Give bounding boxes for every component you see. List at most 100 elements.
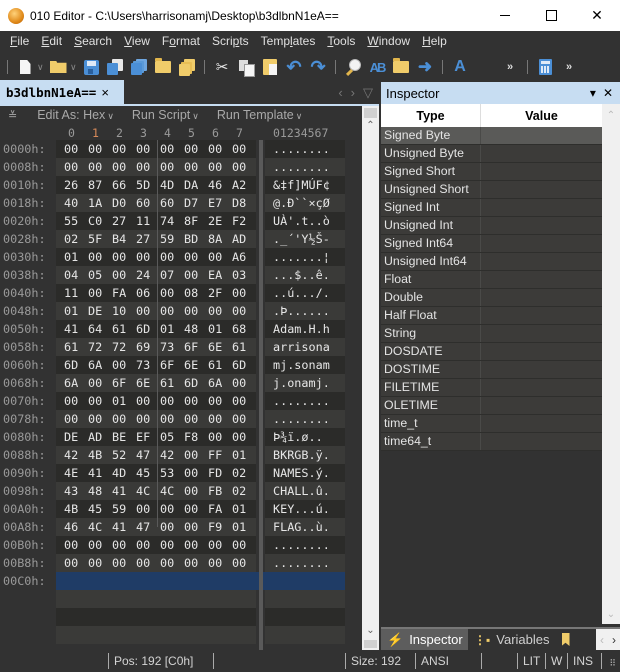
hex-byte[interactable]: DA bbox=[184, 176, 198, 194]
hex-byte[interactable]: 00 bbox=[232, 554, 246, 572]
hex-byte[interactable]: 41 bbox=[88, 464, 102, 482]
inspector-value[interactable] bbox=[481, 253, 602, 270]
hex-byte[interactable]: FB bbox=[208, 482, 222, 500]
hex-byte[interactable]: 8A bbox=[208, 230, 222, 248]
hex-byte[interactable]: 4B bbox=[64, 500, 78, 518]
hex-byte[interactable]: 6D bbox=[232, 356, 246, 374]
inspector-value[interactable] bbox=[481, 127, 602, 144]
find-button[interactable] bbox=[342, 56, 364, 78]
hex-byte[interactable]: BE bbox=[112, 428, 126, 446]
hex-byte[interactable]: 00 bbox=[184, 266, 198, 284]
hex-byte[interactable]: 61 bbox=[208, 356, 222, 374]
ascii-text[interactable]: ........ bbox=[273, 410, 330, 428]
tab-inspector[interactable]: ⚡ Inspector bbox=[381, 629, 468, 650]
font-button[interactable]: A bbox=[449, 56, 471, 78]
hex-byte[interactable]: 00 bbox=[232, 410, 246, 428]
hex-byte[interactable]: 00 bbox=[88, 140, 102, 158]
hex-byte[interactable]: 1A bbox=[88, 194, 102, 212]
menu-file[interactable]: File bbox=[4, 31, 35, 52]
open-workspace-button[interactable] bbox=[176, 56, 198, 78]
hex-byte[interactable]: 66 bbox=[112, 176, 126, 194]
hex-byte[interactable]: 6D bbox=[184, 374, 198, 392]
hex-byte[interactable]: 00 bbox=[208, 392, 222, 410]
status-endian[interactable]: LIT bbox=[517, 653, 545, 669]
hex-byte[interactable]: 41 bbox=[112, 482, 126, 500]
ascii-text[interactable]: ........ bbox=[273, 554, 330, 572]
hex-byte[interactable]: 8F bbox=[184, 212, 198, 230]
hex-row[interactable]: 0008h: 00 00 00 00 00 00 00 00........ bbox=[0, 158, 347, 176]
hex-row[interactable]: 00B8h: 00 00 00 00 00 00 00 00........ bbox=[0, 554, 347, 572]
file-tab[interactable]: b3dlbnN1eA== × bbox=[0, 80, 124, 104]
hex-row[interactable]: 0040h: 11 00 FA 06 00 08 2F 00 ..ú.../. bbox=[0, 284, 347, 302]
menu-help[interactable]: Help bbox=[416, 31, 453, 52]
ascii-text[interactable]: ._´'Y½Š- bbox=[273, 230, 330, 248]
ascii-text[interactable]: ..ú.../. bbox=[273, 284, 330, 302]
hex-byte[interactable]: 4E bbox=[64, 464, 78, 482]
menu-edit[interactable]: Edit bbox=[35, 31, 68, 52]
hex-byte[interactable]: BD bbox=[184, 230, 198, 248]
hex-row[interactable]: 0078h: 00 00 00 00 00 00 00 00........ bbox=[0, 410, 347, 428]
hex-row[interactable]: 0020h: 55 C0 27 11 74 8F 2E F2 UÀ'.t..ò bbox=[0, 212, 347, 230]
hex-byte[interactable]: 27 bbox=[136, 230, 150, 248]
hex-byte[interactable]: 00 bbox=[112, 554, 126, 572]
hex-byte[interactable]: 00 bbox=[184, 500, 198, 518]
hex-byte[interactable]: 00 bbox=[64, 158, 78, 176]
hex-byte[interactable]: 2E bbox=[208, 212, 222, 230]
hex-byte[interactable]: D8 bbox=[232, 194, 246, 212]
ascii-text[interactable]: CHALL.û. bbox=[273, 482, 330, 500]
hex-byte[interactable]: 00 bbox=[208, 140, 222, 158]
panel-menu-icon[interactable]: ▾ bbox=[590, 86, 596, 100]
hex-byte[interactable]: 00 bbox=[232, 302, 246, 320]
hex-byte[interactable]: 00 bbox=[184, 302, 198, 320]
hex-byte[interactable]: 48 bbox=[88, 482, 102, 500]
menu-format[interactable]: Format bbox=[156, 31, 206, 52]
hex-byte[interactable]: 01 bbox=[208, 320, 222, 338]
ascii-text[interactable]: ........ bbox=[273, 140, 330, 158]
inspector-row[interactable]: Signed Byte bbox=[381, 127, 602, 145]
hex-byte[interactable]: 6A bbox=[88, 356, 102, 374]
ascii-text[interactable]: BKRGB.ÿ. bbox=[273, 446, 330, 464]
inspector-value[interactable] bbox=[481, 289, 602, 306]
hex-byte[interactable]: 00 bbox=[136, 554, 150, 572]
inspector-value[interactable] bbox=[481, 217, 602, 234]
hex-row[interactable]: 00C0h: bbox=[0, 572, 347, 590]
hex-byte[interactable]: 00 bbox=[184, 554, 198, 572]
hex-byte[interactable]: 00 bbox=[208, 428, 222, 446]
ascii-text[interactable]: UÀ'.t..ò bbox=[273, 212, 330, 230]
new-file-dropdown[interactable]: ∨ bbox=[37, 62, 46, 73]
hex-row[interactable]: 0000h: 00 00 00 00 00 00 00 00........ bbox=[0, 140, 347, 158]
scroll-down-icon[interactable]: ⌄ bbox=[362, 625, 379, 636]
ascii-text[interactable]: @.Ð``×çØ bbox=[273, 194, 330, 212]
edit-as-dropdown[interactable]: Edit As: Hex ∨ bbox=[37, 108, 114, 122]
inspector-value[interactable] bbox=[481, 325, 602, 342]
tab-next-icon[interactable]: › bbox=[612, 633, 616, 647]
hex-row[interactable]: 0030h: 01 00 00 00 00 00 00 A6 .......¦ bbox=[0, 248, 347, 266]
hex-byte[interactable]: 00 bbox=[112, 248, 126, 266]
minimize-button[interactable] bbox=[482, 0, 528, 31]
ascii-text[interactable]: mj.sonam bbox=[273, 356, 330, 374]
hex-byte[interactable]: 00 bbox=[208, 302, 222, 320]
hex-row[interactable]: 00A8h: 46 4C 41 47 00 00 F9 01 FLAG..ù. bbox=[0, 518, 347, 536]
hex-byte[interactable]: 00 bbox=[184, 536, 198, 554]
hex-byte[interactable]: 73 bbox=[136, 356, 150, 374]
hex-byte[interactable]: 59 bbox=[160, 230, 174, 248]
hex-byte[interactable]: 6F bbox=[184, 338, 198, 356]
inspector-value[interactable] bbox=[481, 397, 602, 414]
hex-row[interactable]: 0058h: 61 72 72 69 73 6F 6E 61 arrisona bbox=[0, 338, 347, 356]
empty-row[interactable] bbox=[0, 590, 347, 608]
inspector-row[interactable]: FILETIME bbox=[381, 379, 602, 397]
hex-byte[interactable]: 01 bbox=[232, 500, 246, 518]
hex-byte[interactable]: 00 bbox=[64, 536, 78, 554]
hex-byte[interactable]: 00 bbox=[136, 302, 150, 320]
hex-byte[interactable]: 00 bbox=[136, 392, 150, 410]
inspector-row[interactable]: Unsigned Int bbox=[381, 217, 602, 235]
hex-byte[interactable]: 00 bbox=[184, 392, 198, 410]
menu-templates[interactable]: Templates bbox=[255, 31, 322, 52]
ascii-text[interactable]: .......¦ bbox=[273, 248, 330, 266]
hex-byte[interactable]: 87 bbox=[88, 176, 102, 194]
hex-byte[interactable]: 01 bbox=[112, 392, 126, 410]
ascii-text[interactable]: arrisona bbox=[273, 338, 330, 356]
hex-byte[interactable]: F9 bbox=[208, 518, 222, 536]
hex-row[interactable]: 0028h: 02 5F B4 27 59 BD 8A AD ._´'Y½Š- bbox=[0, 230, 347, 248]
hex-byte[interactable]: 41 bbox=[112, 518, 126, 536]
